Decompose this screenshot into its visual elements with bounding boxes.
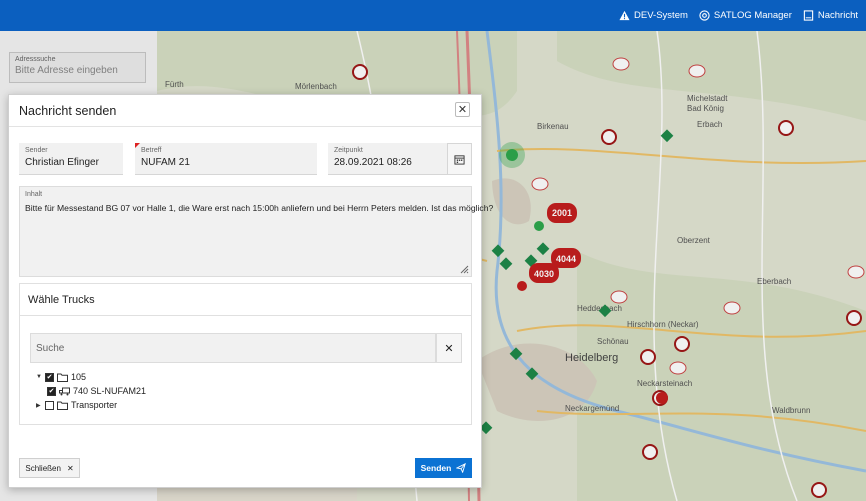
search-clear-button[interactable]: ✕	[436, 333, 462, 363]
folder-icon	[57, 373, 68, 382]
dev-system-label: DEV-System	[634, 10, 688, 21]
truck-search-input[interactable]: Suche	[30, 333, 436, 363]
truck-selector: Wähle Trucks Suche ✕ ▼ ✔ 105 ✔ 740 SL-NU…	[19, 283, 472, 425]
calendar-button[interactable]	[447, 143, 472, 175]
sender-label: Sender	[25, 147, 48, 154]
checkbox[interactable]: ✔	[45, 372, 54, 382]
satlog-manager-link[interactable]: SATLOG Manager	[699, 10, 792, 21]
send-icon	[456, 463, 467, 473]
send-button-label: Senden	[420, 463, 452, 473]
nachricht-link[interactable]: Nachricht	[803, 10, 858, 21]
datetime-field[interactable]: Zeitpunkt 28.09.2021 08:26	[328, 143, 447, 175]
send-button[interactable]: Senden	[415, 458, 472, 478]
close-button[interactable]: Schließen ✕	[19, 458, 80, 478]
datetime-label: Zeitpunkt	[334, 147, 363, 154]
tree-node-truck[interactable]: ✔ 740 SL-NUFAM21	[36, 384, 146, 398]
dialog-header: Nachricht senden	[9, 95, 481, 127]
content-textarea[interactable]: Inhalt Bitte für Messestand BG 07 vor Ha…	[19, 186, 494, 277]
collapse-toggle-icon[interactable]: ▼	[36, 374, 43, 380]
subject-field[interactable]: Betreff NUFAM 21	[135, 143, 317, 175]
resize-handle-icon[interactable]	[460, 265, 469, 274]
top-bar: DEV-System SATLOG Manager Nachricht	[0, 0, 866, 31]
tree-node-transporter[interactable]: ▶ Transporter	[36, 398, 146, 412]
datetime-value: 28.09.2021 08:26	[334, 157, 412, 168]
close-icon: ✕	[66, 463, 74, 473]
tree-node-label: 105	[71, 372, 87, 382]
nachricht-label: Nachricht	[817, 10, 858, 21]
sender-field[interactable]: Sender Christian Efinger	[19, 143, 123, 175]
subject-label: Betreff	[141, 147, 162, 154]
tree-node-label: 740 SL-NUFAM21	[73, 386, 147, 396]
message-icon	[803, 10, 814, 21]
warning-icon	[619, 10, 630, 21]
tree-node-label: Transporter	[71, 400, 118, 410]
content-label: Inhalt	[25, 191, 43, 198]
truck-tree: ▼ ✔ 105 ✔ 740 SL-NUFAM21 ▶ Transporter	[36, 370, 146, 412]
close-button-label: Schließen	[25, 463, 61, 473]
content-value: Bitte für Messestand BG 07 vor Halle 1, …	[25, 203, 494, 213]
satlog-manager-label: SATLOG Manager	[713, 10, 792, 21]
calendar-icon	[454, 154, 465, 165]
close-icon[interactable]: ✕	[455, 102, 470, 117]
required-marker	[135, 143, 140, 148]
subject-value: NUFAM 21	[141, 157, 190, 168]
truck-selector-title: Wähle Trucks	[20, 284, 471, 316]
clear-icon: ✕	[444, 342, 454, 355]
checkbox[interactable]	[45, 400, 54, 410]
sender-value: Christian Efinger	[25, 157, 99, 168]
tree-node-105[interactable]: ▼ ✔ 105	[36, 370, 146, 384]
dialog-title: Nachricht senden	[19, 103, 117, 118]
send-message-dialog: Nachricht senden ✕ Sender Christian Efin…	[8, 94, 494, 488]
checkbox[interactable]: ✔	[47, 386, 56, 396]
top-nav: DEV-System SATLOG Manager Nachricht	[619, 0, 858, 31]
truck-icon	[59, 387, 70, 395]
folder-icon	[57, 401, 68, 410]
help-circle-icon	[699, 10, 710, 21]
dev-system-link[interactable]: DEV-System	[619, 10, 688, 21]
expand-toggle-icon[interactable]: ▶	[36, 402, 43, 409]
